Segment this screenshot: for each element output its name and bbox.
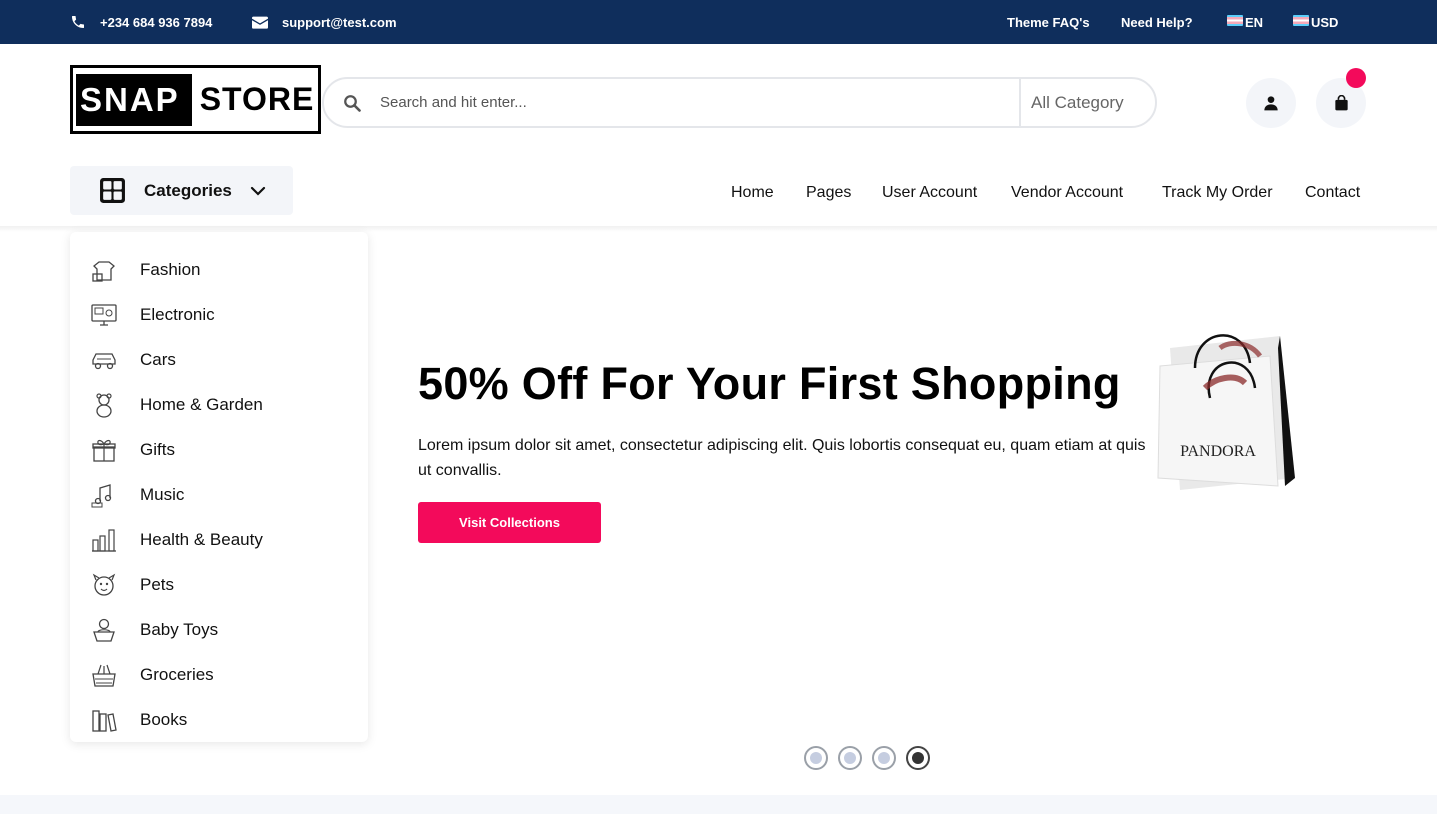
music-icon [91,484,112,508]
hero-title: 50% Off For Your First Shopping [418,358,1121,409]
flag-icon [1293,14,1309,26]
user-icon [1264,96,1278,111]
shopping-bag-image: PANDORA [1157,334,1295,490]
category-music[interactable]: Music [90,479,184,511]
slider-dots [804,746,930,770]
faq-label: Theme FAQ's [1007,14,1090,30]
language-selector[interactable]: EN [1227,0,1263,44]
mail-icon [252,16,268,29]
bag-brand-text: PANDORA [1180,443,1256,460]
slider-dot-2[interactable] [838,746,862,770]
top-bar: +234 684 936 7894 support@test.com Theme… [0,0,1437,44]
search-bar: All Category [322,77,1157,128]
next-section-band [0,795,1437,814]
pets-icon [92,573,116,596]
car-icon [92,353,116,370]
category-home-garden[interactable]: Home & Garden [90,389,263,421]
category-label: Books [140,710,188,729]
fashion-icon [92,261,115,282]
nav-pages[interactable]: Pages [806,184,851,202]
search-input[interactable] [380,82,1019,123]
category-groceries[interactable]: Groceries [90,659,214,691]
category-label: Music [140,485,185,504]
search-icon[interactable] [324,94,380,112]
category-cars[interactable]: Cars [90,344,176,376]
groceries-icon [92,664,116,687]
category-electronic[interactable]: Electronic [90,299,215,331]
currency-label: USD [1311,14,1339,30]
category-fashion[interactable]: Fashion [90,254,200,286]
faq-link[interactable]: Theme FAQ's [1007,0,1090,44]
grid-icon [100,178,125,203]
slider-dot-4[interactable] [906,746,930,770]
category-label: Cars [140,350,176,369]
email-contact[interactable]: support@test.com [252,0,397,44]
category-baby-toys[interactable]: Baby Toys [90,614,218,646]
slider-dot-1[interactable] [804,746,828,770]
nav-contact[interactable]: Contact [1305,184,1360,202]
categories-label: Categories [144,180,232,200]
chevron-down-icon [250,186,265,196]
category-label: Baby Toys [140,620,219,639]
teddy-bear-icon [96,393,112,418]
cart-badge [1346,68,1366,88]
hero-description: Lorem ipsum dolor sit amet, consectetur … [418,437,1146,479]
category-books[interactable]: Books [90,704,187,736]
category-label: Groceries [140,665,214,684]
category-label: Electronic [140,305,215,324]
category-label: Health & Beauty [140,530,263,549]
slider-dot-3[interactable] [872,746,896,770]
electronic-icon [91,304,117,326]
flag-icon [1227,14,1243,26]
category-label: Gifts [140,440,175,459]
category-pets[interactable]: Pets [90,569,174,601]
nav-vendor-account[interactable]: Vendor Account [1011,184,1123,202]
category-select[interactable]: All Category [1019,79,1155,126]
site-logo[interactable]: SNAP STORE [70,65,321,134]
nav-user-account[interactable]: User Account [882,184,977,202]
gift-icon [92,439,116,462]
category-gifts[interactable]: Gifts [90,434,175,466]
category-health-beauty[interactable]: Health & Beauty [90,524,263,556]
nav-track-order[interactable]: Track My Order [1162,184,1273,202]
category-menu: Fashion Electronic Cars Home & Garden Gi… [70,232,368,742]
help-link[interactable]: Need Help? [1121,0,1193,44]
phone-number: +234 684 936 7894 [100,14,213,30]
shopping-bag-icon [1334,95,1348,111]
logo-snap: SNAP [76,73,192,126]
account-button[interactable] [1246,78,1296,128]
email-address: support@test.com [282,14,397,30]
beauty-icon [92,529,116,552]
currency-selector[interactable]: USD [1293,0,1338,44]
help-label: Need Help? [1121,14,1193,30]
visit-collections-button[interactable]: Visit Collections [418,502,601,543]
books-icon [92,710,117,732]
category-label: Home & Garden [140,395,263,414]
phone-icon [72,16,84,28]
baby-toys-icon [93,618,115,642]
logo-store: STORE [199,81,315,117]
language-label: EN [1245,14,1264,30]
category-label: Fashion [140,260,201,279]
category-label: Pets [140,575,175,594]
nav-home[interactable]: Home [731,184,774,202]
categories-toggle[interactable]: Categories [70,166,293,215]
phone-contact[interactable]: +234 684 936 7894 [70,0,212,44]
